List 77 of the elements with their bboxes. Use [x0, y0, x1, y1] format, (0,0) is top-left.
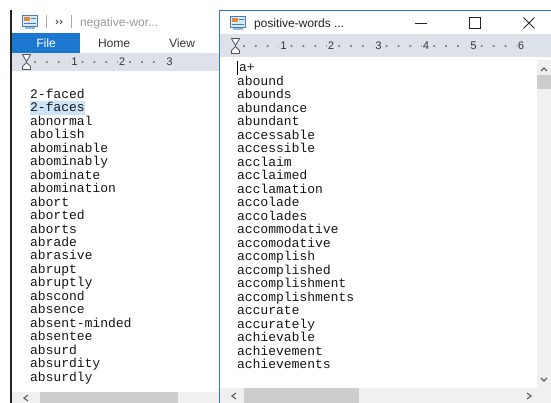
indent-marker-icon[interactable]: [22, 54, 31, 70]
ruler-number: 4: [422, 40, 430, 52]
ribbon-tab[interactable]: View: [148, 33, 216, 53]
word-line: acclamation: [237, 182, 323, 196]
word-line: absentee: [30, 330, 92, 344]
word-line: absent-minded: [30, 316, 132, 330]
word-line: absurdly: [30, 370, 92, 384]
word-line: abrupt: [30, 262, 77, 276]
scroll-right-icon[interactable]: [525, 392, 533, 400]
word-line: aborted: [30, 209, 85, 223]
scroll-thumb[interactable]: [244, 388, 359, 403]
notepad-icon: [22, 14, 38, 28]
horizontal-scrollbar[interactable]: [12, 392, 219, 403]
window-title: positive-words ...: [254, 16, 344, 30]
word-line: abominable: [30, 142, 108, 156]
word-line: abort: [30, 196, 70, 210]
word-line: accurate: [237, 304, 300, 318]
ruler-number: 3: [165, 56, 174, 68]
word-line: abomination: [30, 182, 116, 196]
word-line: accolade: [237, 196, 300, 210]
word-line: achievement: [237, 344, 323, 358]
word-line: acclaim: [237, 156, 292, 169]
word-line: achievements: [237, 358, 331, 372]
scroll-thumb[interactable]: [537, 75, 551, 89]
text-cursor: [237, 61, 238, 74]
ruler-number: 2: [118, 56, 126, 68]
word-line: accommodative: [237, 223, 338, 236]
word-line: abominably: [30, 155, 108, 169]
word-line: accomplished: [237, 264, 331, 277]
notepad-icon: [230, 16, 246, 30]
window-title: negative-wor...: [80, 14, 158, 28]
ruler-number: 3: [374, 40, 382, 52]
ruler-number: 5: [469, 40, 478, 52]
word-line: abominate: [30, 168, 100, 182]
scroll-left-icon[interactable]: [230, 392, 238, 400]
scroll-down-icon[interactable]: [540, 376, 548, 384]
ruler-number: 2: [326, 40, 335, 52]
scroll-left-icon[interactable]: [22, 394, 30, 402]
word-line: abnormal: [30, 114, 92, 128]
word-line: a+: [239, 61, 255, 74]
word-line: acclaimed: [237, 169, 308, 182]
word-line: accomodative: [237, 236, 331, 250]
word-line: 2-faced: [30, 88, 85, 102]
word-line: accomplish: [237, 250, 316, 264]
ruler-number: 6: [516, 40, 525, 52]
word-line: absurd: [30, 344, 77, 358]
scroll-thumb[interactable]: [40, 392, 178, 403]
scroll-up-icon[interactable]: [540, 65, 548, 73]
maximize-icon[interactable]: [469, 16, 481, 28]
horizontal-scrollbar[interactable]: [220, 388, 551, 403]
ruler-number: 1: [279, 40, 288, 52]
word-line: absurdity: [30, 357, 100, 371]
word-line: abound: [237, 74, 284, 88]
word-line: accurately: [237, 318, 316, 331]
word-line: accessable: [237, 128, 316, 142]
vertical-scrollbar[interactable]: [537, 60, 551, 388]
word-line: aborts: [30, 222, 77, 236]
quick-access-icon[interactable]: [55, 18, 63, 24]
close-icon[interactable]: [523, 16, 535, 28]
word-line: accomplishments: [237, 290, 354, 304]
word-line: accessible: [237, 142, 316, 156]
word-line: accolades: [237, 210, 308, 223]
word-line: achievable: [237, 331, 316, 344]
word-line: abolish: [30, 128, 85, 142]
word-line: absence: [30, 303, 85, 317]
word-line: abruptly: [30, 276, 92, 290]
ruler-number: 1: [70, 56, 78, 68]
word-line: abounds: [237, 88, 292, 102]
word-line: abrasive: [30, 249, 92, 263]
word-line: abscond: [30, 290, 85, 304]
word-line: abrade: [30, 236, 77, 250]
ribbon-tab[interactable]: File: [12, 33, 80, 53]
word-line: abundance: [237, 102, 308, 115]
indent-marker-icon[interactable]: [231, 38, 240, 54]
word-line: accomplishment: [237, 277, 346, 290]
ribbon-tab[interactable]: Home: [80, 33, 148, 53]
word-line: abundant: [237, 115, 300, 128]
